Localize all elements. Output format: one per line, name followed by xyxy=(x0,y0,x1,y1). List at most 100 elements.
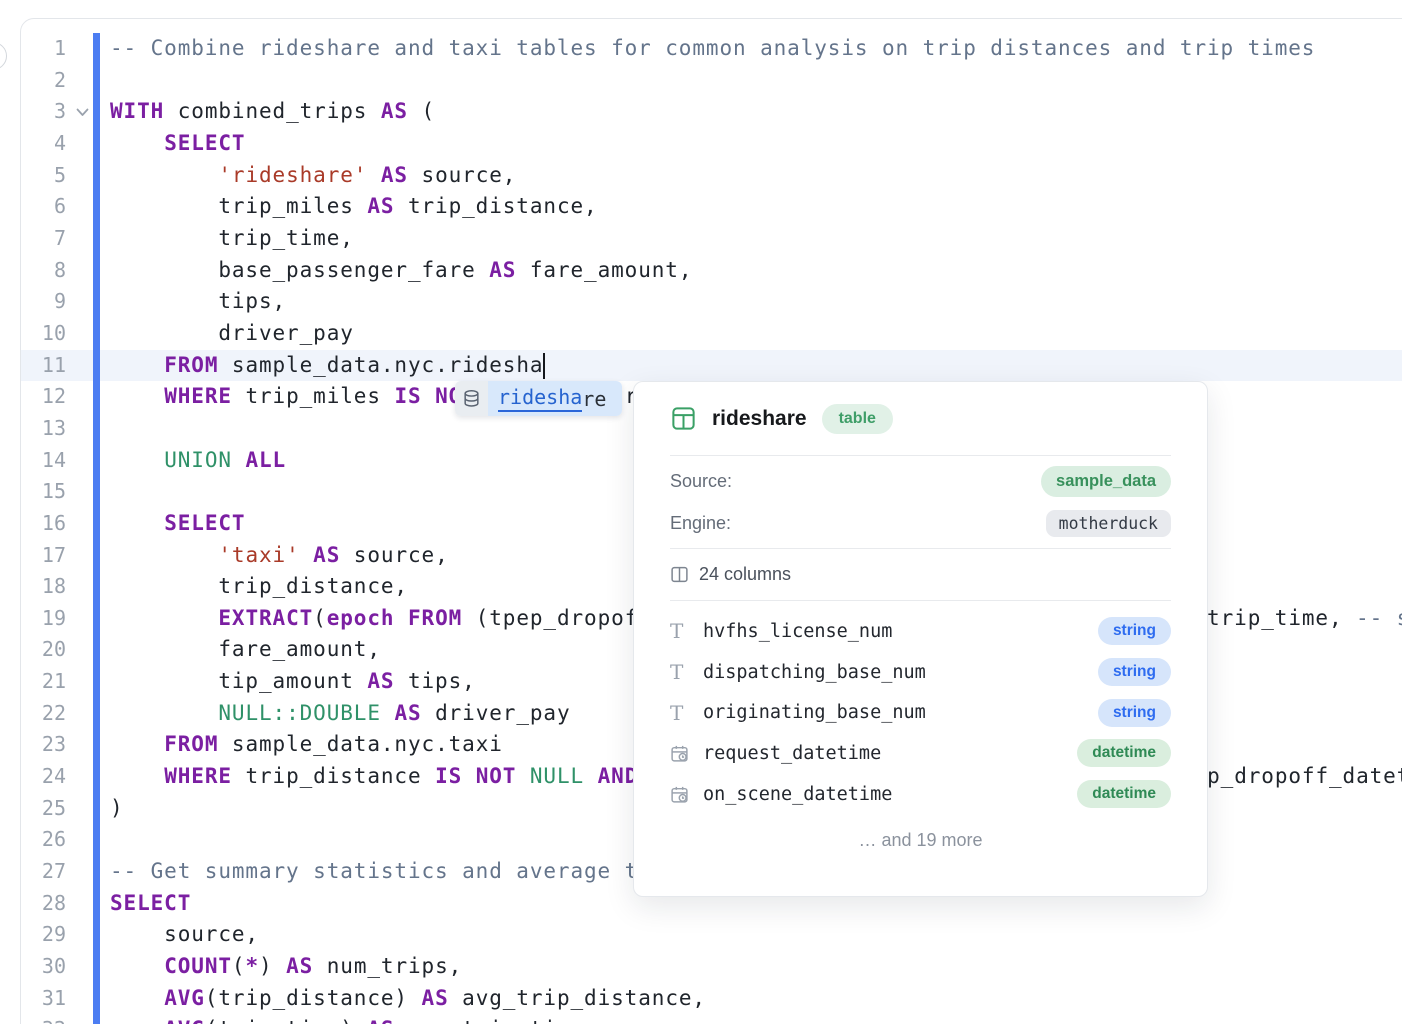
column-row: Tdispatching_base_numstring xyxy=(670,652,1171,693)
chevron-down-icon[interactable] xyxy=(72,96,92,128)
code-token: AS xyxy=(313,543,340,567)
code-token: (trip_distance) xyxy=(205,986,422,1010)
line-number[interactable]: 20 xyxy=(0,634,66,666)
code-token: AVG xyxy=(164,1017,205,1024)
column-name: request_datetime xyxy=(703,743,1077,764)
code-token: trip_distance xyxy=(232,764,435,788)
code-token xyxy=(110,511,164,535)
line-number[interactable]: 7 xyxy=(0,223,66,255)
code-line-5[interactable]: 'rideshare' AS source, xyxy=(110,160,1402,192)
line-number[interactable]: 15 xyxy=(0,476,66,508)
code-line-10[interactable]: driver_pay xyxy=(110,318,1402,350)
code-line-1[interactable]: -- Combine rideshare and taxi tables for… xyxy=(110,33,1402,65)
line-number[interactable]: 23 xyxy=(0,729,66,761)
code-line-30[interactable]: COUNT(*) AS num_trips, xyxy=(110,951,1402,983)
sql-editor[interactable]: 1234567891011121314151617181920212223242… xyxy=(0,0,1402,1024)
column-type-badge: string xyxy=(1098,658,1171,686)
code-line-4[interactable]: SELECT xyxy=(110,128,1402,160)
line-number[interactable]: 22 xyxy=(0,698,66,730)
line-number[interactable]: 32 xyxy=(0,1014,66,1024)
column-row: Toriginating_base_numstring xyxy=(670,692,1171,733)
code-token: ( xyxy=(408,99,435,123)
column-type-badge: string xyxy=(1098,699,1171,727)
code-token: COUNT xyxy=(164,954,232,978)
code-token: source, xyxy=(340,543,448,567)
line-number[interactable]: 19 xyxy=(0,603,66,635)
code-token xyxy=(381,701,395,725)
table-info-tooltip: rideshare table Source:sample_dataEngine… xyxy=(633,381,1208,897)
code-token xyxy=(110,1017,164,1024)
code-token: AS xyxy=(367,669,394,693)
code-token: tips, xyxy=(394,669,475,693)
column-row: Thvfhs_license_numstring xyxy=(670,611,1171,652)
line-number[interactable]: 31 xyxy=(0,983,66,1015)
line-number[interactable]: 4 xyxy=(0,128,66,160)
code-token: epoch xyxy=(327,606,395,630)
line-number[interactable]: 30 xyxy=(0,951,66,983)
code-token: FROM xyxy=(164,732,218,756)
code-token: combined_trips xyxy=(164,99,381,123)
line-number-gutter[interactable]: 1234567891011121314151617181920212223242… xyxy=(0,33,66,1024)
code-token: AS xyxy=(367,194,394,218)
code-token: SELECT xyxy=(110,891,191,915)
line-number[interactable]: 6 xyxy=(0,191,66,223)
line-number[interactable]: 11 xyxy=(0,350,66,382)
code-token: num_trips, xyxy=(313,954,462,978)
code-token: IS xyxy=(435,764,462,788)
line-number[interactable]: 28 xyxy=(0,888,66,920)
autocomplete-item-rideshare[interactable]: rideshare xyxy=(488,381,622,416)
code-token xyxy=(110,732,164,756)
line-number[interactable]: 21 xyxy=(0,666,66,698)
code-token: base_passenger_fare xyxy=(110,258,489,282)
code-line-31[interactable]: AVG(trip_distance) AS avg_trip_distance, xyxy=(110,983,1402,1015)
code-token: avg_trip_distance, xyxy=(449,986,706,1010)
line-number[interactable]: 17 xyxy=(0,540,66,572)
line-number[interactable]: 25 xyxy=(0,793,66,825)
line-number[interactable]: 29 xyxy=(0,919,66,951)
code-token: FROM xyxy=(408,606,462,630)
code-line-11[interactable]: FROM sample_data.nyc.ridesha xyxy=(110,350,1402,382)
code-token xyxy=(110,701,218,725)
columns-count-label: 24 columns xyxy=(699,564,791,585)
line-number[interactable]: 9 xyxy=(0,286,66,318)
code-line-7[interactable]: trip_time, xyxy=(110,223,1402,255)
meta-section: Source:sample_dataEngine:motherduck xyxy=(670,456,1171,548)
code-token: ( xyxy=(313,606,327,630)
line-number[interactable]: 24 xyxy=(0,761,66,793)
line-number[interactable]: 27 xyxy=(0,856,66,888)
code-token xyxy=(110,986,164,1010)
code-token xyxy=(110,353,164,377)
line-number[interactable]: 2 xyxy=(0,65,66,97)
line-number[interactable]: 16 xyxy=(0,508,66,540)
column-name: originating_base_num xyxy=(703,702,1098,723)
code-line-2[interactable] xyxy=(110,65,1402,97)
code-line-8[interactable]: base_passenger_fare AS fare_amount, xyxy=(110,255,1402,287)
code-token: WHERE xyxy=(164,764,232,788)
more-columns-label: … and 19 more xyxy=(670,830,1171,851)
autocomplete-popup: rideshare xyxy=(455,381,622,416)
code-line-32[interactable]: AVG(trip_time) AS avg_trip_time, xyxy=(110,1014,1402,1024)
code-token xyxy=(110,543,218,567)
line-number[interactable]: 10 xyxy=(0,318,66,350)
line-number[interactable]: 26 xyxy=(0,824,66,856)
code-token: UNION xyxy=(164,448,232,472)
line-number[interactable]: 8 xyxy=(0,255,66,287)
code-line-6[interactable]: trip_miles AS trip_distance, xyxy=(110,191,1402,223)
code-token: trip_miles xyxy=(110,194,367,218)
line-number[interactable]: 1 xyxy=(0,33,66,65)
line-number[interactable]: 14 xyxy=(0,445,66,477)
line-number[interactable]: 3 xyxy=(0,96,66,128)
code-line-9[interactable]: tips, xyxy=(110,286,1402,318)
columns-list: Thvfhs_license_numstringTdispatching_bas… xyxy=(670,601,1171,814)
code-token xyxy=(110,384,164,408)
code-token xyxy=(110,764,164,788)
code-token: ) xyxy=(259,954,286,978)
code-line-29[interactable]: source, xyxy=(110,919,1402,951)
line-number[interactable]: 12 xyxy=(0,381,66,413)
line-number[interactable]: 13 xyxy=(0,413,66,445)
code-line-3[interactable]: WITH combined_trips AS ( xyxy=(110,96,1402,128)
meta-value-badge: sample_data xyxy=(1041,466,1171,497)
line-number[interactable]: 5 xyxy=(0,160,66,192)
column-name: on_scene_datetime xyxy=(703,784,1077,805)
line-number[interactable]: 18 xyxy=(0,571,66,603)
